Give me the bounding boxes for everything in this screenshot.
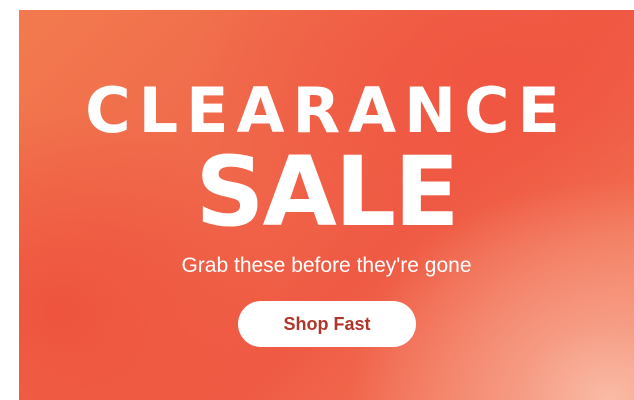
- banner-title: SALE: [195, 136, 459, 248]
- banner-subtitle: Grab these before they're gone: [181, 254, 472, 277]
- shop-fast-button[interactable]: Shop Fast: [238, 301, 416, 347]
- clearance-sale-banner: CLEARANCE SALE Grab these before they're…: [19, 10, 634, 400]
